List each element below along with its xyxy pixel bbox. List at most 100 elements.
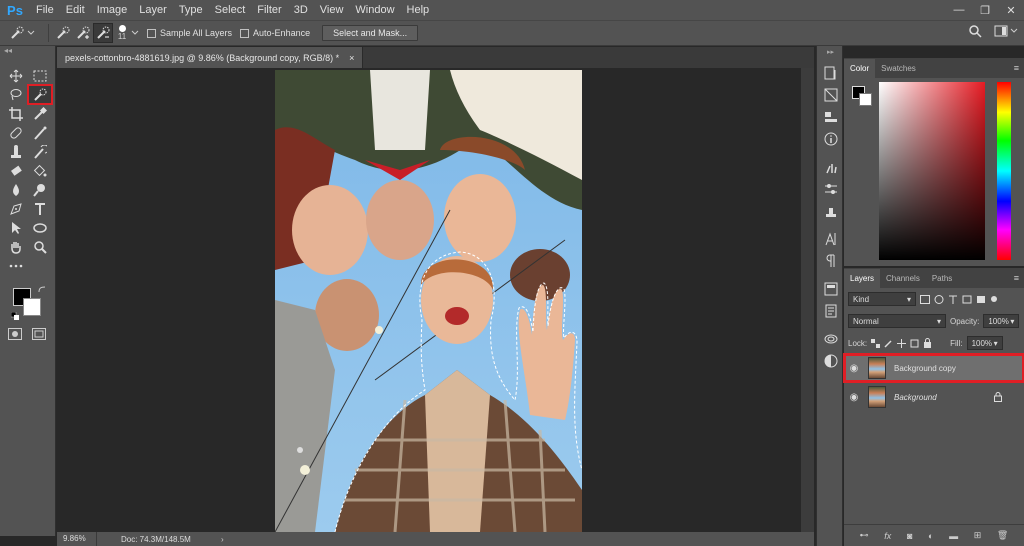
zoom-level[interactable]: 9.86% [57, 532, 97, 546]
libraries-panel-icon[interactable] [817, 278, 844, 300]
blur-tool-icon[interactable] [4, 180, 28, 199]
menu-help[interactable]: Help [401, 0, 436, 20]
tab-paths[interactable]: Paths [926, 269, 958, 288]
history-brush-tool-icon[interactable] [28, 142, 52, 161]
brush-size-picker[interactable]: 11 [113, 25, 131, 41]
brushes-panel-icon[interactable] [817, 156, 844, 178]
type-filter-icon[interactable] [948, 295, 958, 304]
close-window-button[interactable]: ✕ [998, 0, 1024, 20]
paint-bucket-tool-icon[interactable] [28, 161, 52, 180]
ellipse-tool-icon[interactable] [28, 218, 52, 237]
menu-edit[interactable]: Edit [60, 0, 91, 20]
adjustment-filter-icon[interactable] [934, 294, 944, 304]
creative-cloud-icon[interactable] [817, 328, 844, 350]
search-icon[interactable] [968, 24, 982, 38]
canvas-area[interactable] [57, 68, 801, 532]
restore-button[interactable]: ❐ [972, 0, 998, 20]
menu-view[interactable]: View [314, 0, 350, 20]
subtract-from-selection-icon[interactable] [93, 23, 113, 43]
mask-icon[interactable]: ◙ [907, 531, 912, 541]
panel-collapse-icon[interactable]: ▸▸ [817, 46, 844, 58]
visibility-eye-icon[interactable]: ◉ [844, 363, 864, 374]
clone-stamp-tool-icon[interactable] [4, 142, 28, 161]
brush-tool-icon[interactable] [28, 123, 52, 142]
lock-position-icon[interactable] [897, 338, 907, 348]
hue-slider[interactable] [997, 82, 1011, 260]
color-field[interactable] [879, 82, 985, 260]
opacity-input[interactable]: 100% ▾ [983, 314, 1020, 328]
eraser-tool-icon[interactable] [4, 161, 28, 180]
screen-mode-icon[interactable] [32, 328, 46, 340]
path-selection-tool-icon[interactable] [4, 218, 28, 237]
add-to-selection-icon[interactable] [73, 23, 93, 43]
filter-kind-select[interactable]: Kind ▾ [848, 292, 916, 306]
tab-swatches[interactable]: Swatches [875, 59, 922, 78]
smart-object-filter-icon[interactable] [976, 295, 986, 304]
dodge-tool-icon[interactable] [28, 180, 52, 199]
default-colors-icon[interactable] [11, 312, 19, 320]
zoom-tool-icon[interactable] [28, 237, 52, 256]
notes-panel-icon[interactable] [817, 300, 844, 322]
background-color-swatch[interactable] [859, 93, 872, 106]
workspace-switcher-icon[interactable] [994, 24, 1018, 38]
fill-input[interactable]: 100% ▾ [966, 336, 1003, 350]
lock-transparent-icon[interactable] [871, 338, 881, 348]
menu-image[interactable]: Image [91, 0, 134, 20]
layer-row-background-copy[interactable]: ◉ Background copy [843, 353, 1024, 383]
menu-filter[interactable]: Filter [251, 0, 287, 20]
minimize-button[interactable]: — [946, 0, 972, 20]
crop-tool-icon[interactable] [4, 104, 28, 123]
lock-all-icon[interactable] [923, 338, 932, 348]
tab-color[interactable]: Color [844, 59, 876, 78]
new-layer-icon[interactable]: ⊞ [974, 530, 982, 541]
chevron-down-icon[interactable] [131, 30, 139, 36]
hand-tool-icon[interactable] [4, 237, 28, 256]
type-tool-icon[interactable] [28, 199, 52, 218]
adjustments-panel-icon[interactable] [817, 178, 844, 200]
more-tools-icon[interactable] [4, 256, 28, 275]
lasso-tool-icon[interactable] [4, 85, 28, 104]
channels-panel-icon[interactable] [817, 84, 844, 106]
adjustment-icon[interactable]: ◐ [928, 531, 933, 541]
swap-colors-icon[interactable] [38, 286, 46, 294]
pen-tool-icon[interactable] [4, 199, 28, 218]
new-selection-icon[interactable] [53, 23, 73, 43]
panel-menu-icon[interactable]: ≡ [1014, 273, 1019, 283]
folder-icon[interactable]: ▬ [949, 531, 958, 541]
vertical-scrollbar[interactable] [801, 68, 814, 532]
select-and-mask-button[interactable]: Select and Mask... [322, 25, 419, 41]
menu-type[interactable]: Type [173, 0, 209, 20]
blend-mode-select[interactable]: Normal ▾ [848, 314, 946, 328]
document-photo[interactable] [275, 70, 582, 532]
fx-icon[interactable]: fx [884, 531, 891, 541]
lock-artboard-icon[interactable] [910, 339, 919, 348]
link-icon[interactable]: ⊷ [860, 530, 869, 541]
clone-source-icon[interactable] [817, 200, 844, 222]
tab-channels[interactable]: Channels [880, 269, 926, 288]
background-color-swatch[interactable] [23, 298, 41, 316]
menu-layer[interactable]: Layer [133, 0, 173, 20]
quick-selection-tool-icon[interactable] [27, 84, 53, 105]
document-tab[interactable]: pexels-cottonbro-4881619.jpg @ 9.86% (Ba… [57, 47, 364, 68]
marquee-tool-icon[interactable] [28, 66, 52, 85]
quick-mask-icon[interactable] [8, 328, 22, 340]
panel-collapse-icon[interactable]: ◂◂ [0, 46, 55, 56]
layer-row-background[interactable]: ◉ Background [844, 383, 1024, 411]
visibility-eye-icon[interactable]: ◉ [844, 392, 864, 403]
tab-layers[interactable]: Layers [844, 269, 881, 288]
menu-window[interactable]: Window [349, 0, 400, 20]
sample-all-layers-checkbox[interactable]: Sample All Layers [147, 28, 232, 38]
close-tab-button[interactable]: × [349, 53, 354, 63]
menu-3d[interactable]: 3D [288, 0, 314, 20]
history-panel-icon[interactable] [817, 62, 844, 84]
status-menu-arrow[interactable]: › [221, 535, 224, 544]
eyedropper-tool-icon[interactable] [28, 104, 52, 123]
filter-toggle-icon[interactable] [990, 294, 998, 304]
shape-filter-icon[interactable] [962, 295, 972, 304]
trash-icon[interactable]: 🗑 [997, 530, 1008, 541]
character-panel-icon[interactable] [817, 228, 844, 250]
pixel-filter-icon[interactable] [920, 294, 930, 304]
menu-file[interactable]: File [30, 0, 60, 20]
lock-pixels-icon[interactable] [884, 339, 893, 348]
paragraph-panel-icon[interactable] [817, 250, 844, 272]
